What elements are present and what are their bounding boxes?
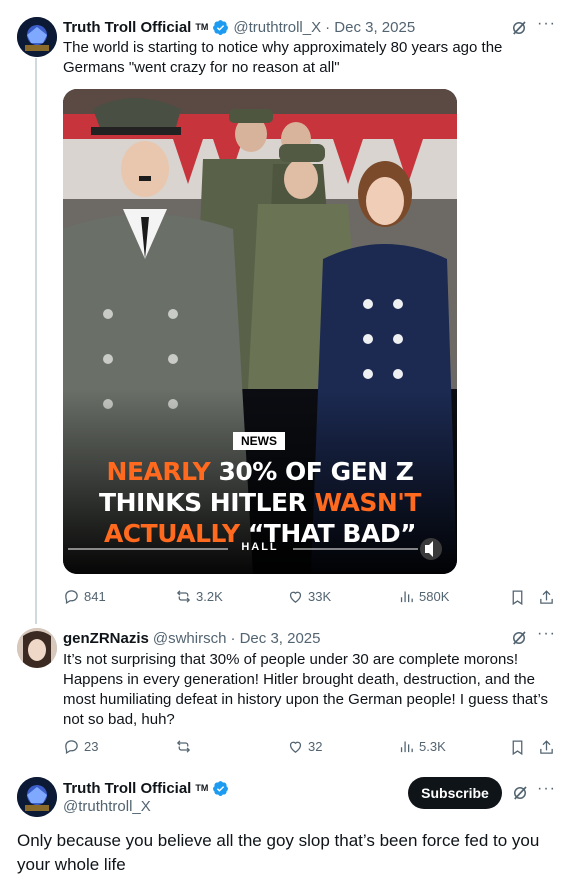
- grok-icon[interactable]: [511, 784, 529, 802]
- bookmark-icon[interactable]: [509, 739, 526, 756]
- headline-word: THINKS HITLER: [99, 488, 315, 517]
- tweet-date[interactable]: · Dec 3, 2025: [325, 19, 415, 36]
- subscribe-button[interactable]: Subscribe: [408, 777, 502, 809]
- reply-count: 841: [84, 589, 106, 604]
- like-count: 32: [308, 739, 323, 754]
- like-button[interactable]: 33K: [287, 588, 331, 605]
- like-button[interactable]: 32: [287, 738, 322, 755]
- tweet2-header: genZRNazis @swhirsch · Dec 3, 2025: [63, 628, 321, 648]
- share-icon[interactable]: [538, 739, 555, 756]
- avatar-image: [17, 628, 57, 668]
- reply-icon: [65, 740, 78, 755]
- grok-icon[interactable]: [510, 629, 528, 647]
- views-icon: [400, 591, 413, 603]
- tweet1-text: The world is starting to notice why appr…: [63, 39, 503, 76]
- author-name[interactable]: Truth Troll Official: [63, 780, 191, 797]
- trademark-mark: TM: [195, 22, 209, 32]
- views-icon: [400, 741, 413, 753]
- more-icon[interactable]: ···: [537, 780, 556, 798]
- repost-button[interactable]: 3.2K: [175, 588, 223, 605]
- verified-badge-icon: [213, 19, 229, 35]
- verified-badge-icon: [213, 780, 229, 796]
- views-button[interactable]: 580K: [398, 588, 449, 605]
- reply-icon: [65, 590, 78, 605]
- thread-line: [35, 58, 37, 624]
- views-count: 580K: [419, 589, 450, 604]
- reply-button[interactable]: 23: [63, 738, 98, 755]
- repost-icon: [176, 740, 191, 753]
- heart-icon: [289, 741, 302, 753]
- avatar-image: [17, 777, 57, 817]
- author-handle[interactable]: @truthtroll_X: [63, 798, 151, 815]
- bookmark-icon[interactable]: [509, 589, 526, 606]
- repost-icon: [176, 590, 191, 603]
- tweet-date[interactable]: · Dec 3, 2025: [230, 630, 320, 647]
- share-icon[interactable]: [538, 589, 555, 606]
- author-handle[interactable]: @truthtroll_X: [233, 19, 321, 36]
- like-count: 33K: [308, 589, 332, 604]
- news-badge: NEWS: [233, 432, 285, 450]
- headline-word: 30% OF GEN Z: [218, 457, 414, 486]
- author-handle[interactable]: @swhirsch: [153, 630, 227, 647]
- tweet3-text: Only because you believe all the goy slo…: [17, 831, 540, 874]
- views-button[interactable]: 5.3K: [398, 738, 446, 755]
- avatar[interactable]: [17, 17, 57, 57]
- views-count: 5.3K: [419, 739, 446, 754]
- heart-icon: [289, 591, 302, 603]
- tweet2-text: It’s not surprising that 30% of people u…: [63, 651, 549, 728]
- more-icon[interactable]: ···: [537, 15, 556, 33]
- tweet-media-image[interactable]: NEWS NEARLY 30% OF GEN Z THINKS HITLER W…: [63, 89, 457, 574]
- grok-icon[interactable]: [510, 19, 528, 37]
- reply-button[interactable]: 841: [63, 588, 106, 605]
- avatar-image: [17, 17, 57, 57]
- repost-button[interactable]: [175, 738, 196, 755]
- repost-count: 3.2K: [196, 589, 223, 604]
- reply-count: 23: [84, 739, 99, 754]
- tweet1-header: Truth Troll Official TM @truthtroll_X · D…: [63, 17, 415, 37]
- tweet3-header: Truth Troll Official TM: [63, 778, 229, 798]
- headline-word: WASN'T: [314, 488, 422, 517]
- avatar[interactable]: [17, 628, 57, 668]
- trademark-mark: TM: [195, 783, 209, 793]
- author-name[interactable]: Truth Troll Official: [63, 19, 191, 36]
- avatar[interactable]: [17, 777, 57, 817]
- headline-word: NEARLY: [106, 457, 219, 486]
- media-headline: NEARLY 30% OF GEN Z THINKS HITLER WASN'T…: [63, 456, 457, 549]
- watermark-logo: HALL: [241, 541, 279, 553]
- more-icon[interactable]: ···: [537, 625, 556, 643]
- headline-word: ACTUALLY: [103, 519, 248, 548]
- author-name[interactable]: genZRNazis: [63, 630, 149, 647]
